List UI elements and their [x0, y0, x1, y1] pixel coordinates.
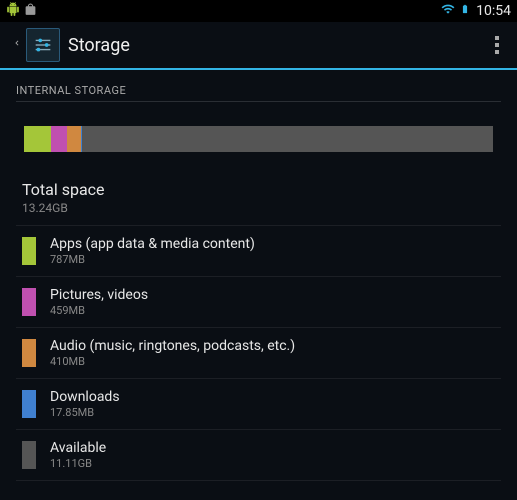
color-swatch-apps — [22, 237, 36, 265]
storage-row-label: Apps (app data & media content) — [50, 236, 495, 252]
usage-segment-audio — [67, 126, 81, 152]
storage-row-pictures[interactable]: Pictures, videos459MB — [16, 277, 501, 328]
storage-row-downloads[interactable]: Downloads17.85MB — [16, 379, 501, 430]
usage-segment-apps — [24, 126, 51, 152]
storage-row-apps[interactable]: Apps (app data & media content)787MB — [16, 226, 501, 277]
settings-sliders-icon[interactable] — [26, 28, 60, 62]
battery-icon — [460, 1, 470, 21]
usage-bar-container — [16, 102, 501, 180]
android-notification-icon — [6, 2, 20, 20]
storage-row-size: 11.11GB — [50, 457, 495, 470]
storage-row-size: 17.85MB — [50, 406, 495, 419]
color-swatch-downloads — [22, 390, 36, 418]
clock-text: 10:54 — [476, 3, 511, 19]
usage-segment-pictures-videos — [51, 126, 67, 152]
usage-segment-available — [82, 126, 476, 152]
overflow-menu-button[interactable] — [485, 33, 509, 57]
color-swatch-pictures — [22, 288, 36, 316]
storage-row-label: Audio (music, ringtones, podcasts, etc.) — [50, 338, 495, 354]
storage-usage-bar[interactable] — [24, 126, 493, 152]
wifi-icon — [440, 2, 456, 20]
action-bar: Storage — [0, 22, 517, 70]
back-chevron-icon[interactable] — [8, 35, 26, 56]
shop-notification-icon — [24, 3, 37, 20]
storage-row-available[interactable]: Available11.11GB — [16, 430, 501, 481]
storage-row-size: 459MB — [50, 304, 495, 317]
storage-row-size: 410MB — [50, 355, 495, 368]
section-header: INTERNAL STORAGE — [16, 78, 501, 102]
color-swatch-available — [22, 441, 36, 469]
storage-row-label: Downloads — [50, 389, 495, 405]
storage-row-label: Pictures, videos — [50, 287, 495, 303]
total-space-label: Total space — [22, 180, 495, 199]
color-swatch-audio — [22, 339, 36, 367]
storage-row-audio[interactable]: Audio (music, ringtones, podcasts, etc.)… — [16, 328, 501, 379]
storage-row-size: 787MB — [50, 253, 495, 266]
total-space-value: 13.24GB — [22, 201, 495, 215]
status-bar: 10:54 — [0, 0, 517, 22]
content-area: INTERNAL STORAGE Total space 13.24GB App… — [0, 70, 517, 481]
page-title: Storage — [68, 35, 485, 56]
total-space-row[interactable]: Total space 13.24GB — [16, 180, 501, 226]
storage-row-label: Available — [50, 440, 495, 456]
